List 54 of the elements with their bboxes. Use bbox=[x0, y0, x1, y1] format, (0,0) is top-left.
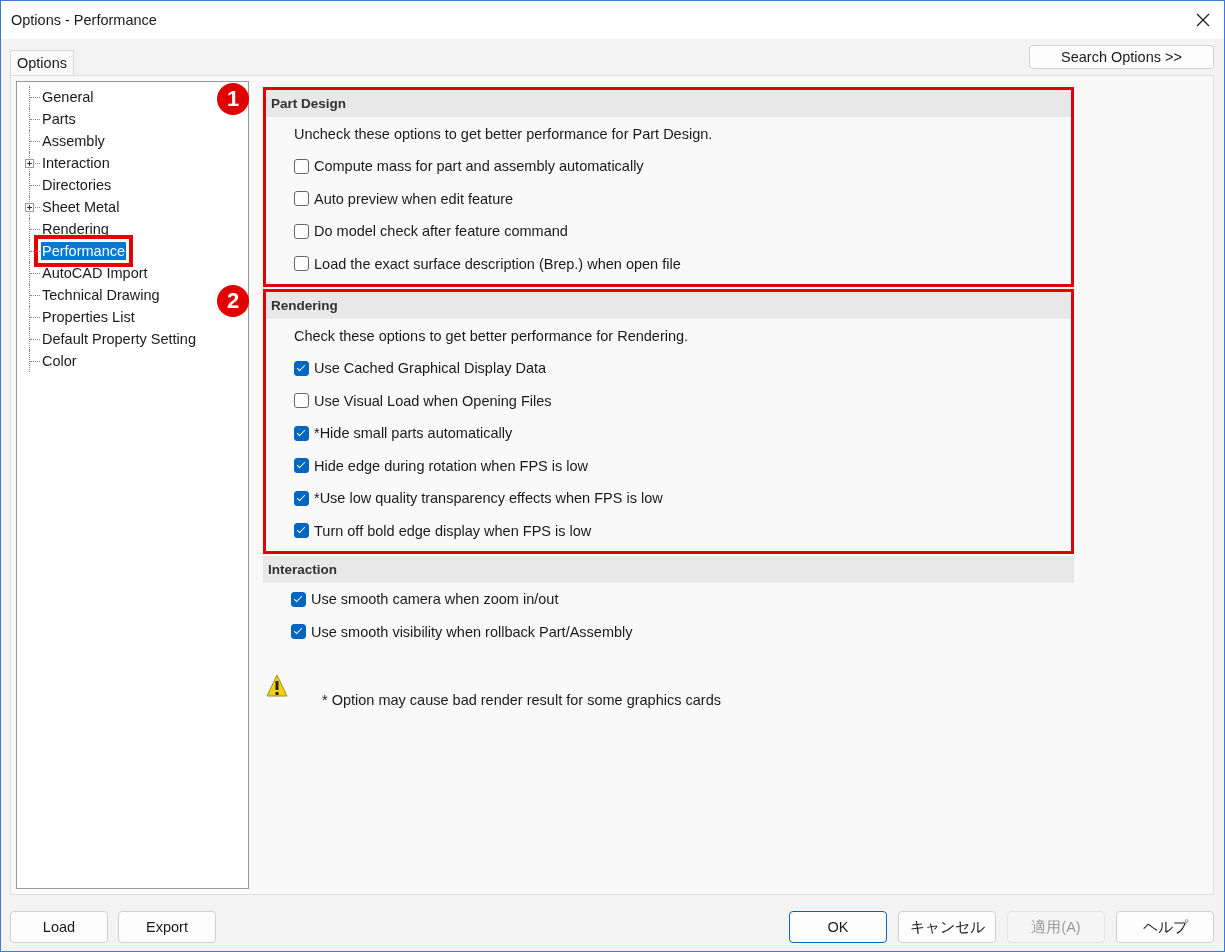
window-title: Options - Performance bbox=[11, 12, 157, 28]
tree-item[interactable]: Properties List bbox=[41, 308, 136, 326]
dialog-button[interactable]: Load bbox=[10, 911, 108, 943]
checkbox[interactable] bbox=[294, 158, 309, 174]
checkbox[interactable] bbox=[294, 523, 309, 539]
option-label: Auto preview when edit feature bbox=[314, 190, 514, 207]
option-label: Hide edge during rotation when FPS is low bbox=[314, 457, 589, 474]
section-description: Uncheck these options to get better performance for Part Design. bbox=[293, 124, 714, 144]
option-label: Turn off bold edge display when FPS is low bbox=[314, 522, 592, 539]
tree-item[interactable]: General bbox=[41, 88, 95, 106]
tree-item[interactable]: Sheet Metal bbox=[41, 198, 121, 216]
option-label: *Use low quality transparency effects when FPS is low bbox=[314, 490, 663, 507]
option-label: *Hide small parts automatically bbox=[314, 425, 513, 442]
option-label: Use smooth camera when zoom in/out bbox=[311, 591, 559, 608]
dialog-button[interactable]: ヘルプ bbox=[1116, 911, 1214, 943]
warning-icon bbox=[266, 674, 288, 698]
dialog-button[interactable]: Export bbox=[118, 911, 216, 943]
section-header: Part Design bbox=[266, 90, 1071, 117]
expand-icon[interactable] bbox=[25, 159, 34, 168]
tree-item[interactable]: Directories bbox=[41, 176, 113, 194]
option-label: Do model check after feature command bbox=[314, 223, 568, 240]
checkbox[interactable] bbox=[294, 458, 309, 474]
dialog-button[interactable]: キャンセル bbox=[898, 911, 996, 943]
checkbox[interactable] bbox=[294, 360, 309, 376]
checkbox[interactable] bbox=[291, 591, 306, 607]
option-label: Use Visual Load when Opening Files bbox=[314, 392, 552, 409]
tree-item[interactable]: Technical Drawing bbox=[41, 286, 161, 304]
option-label: Load the exact surface description (Brep.) when open file bbox=[314, 255, 681, 272]
tree-item[interactable]: Assembly bbox=[41, 132, 106, 150]
section-header: Rendering bbox=[266, 292, 1071, 319]
checkbox[interactable] bbox=[294, 191, 309, 207]
expand-icon[interactable] bbox=[25, 203, 34, 212]
dialog-button[interactable]: OK bbox=[789, 911, 887, 943]
tree-item[interactable]: Rendering bbox=[41, 220, 110, 238]
section-header: Interaction bbox=[263, 556, 1074, 583]
option-label: Use Cached Graphical Display Data bbox=[314, 360, 547, 377]
checkbox[interactable] bbox=[294, 490, 309, 506]
checkbox[interactable] bbox=[294, 223, 309, 239]
option-label: Compute mass for part and assembly automatically bbox=[314, 158, 644, 175]
tree-item[interactable]: Default Property Setting bbox=[41, 330, 197, 348]
tree-item[interactable]: Parts bbox=[41, 110, 77, 128]
section-description: Check these options to get better performance for Rendering. bbox=[293, 326, 690, 346]
tree-item[interactable]: Interaction bbox=[41, 154, 111, 172]
checkbox[interactable] bbox=[294, 425, 309, 441]
checkbox[interactable] bbox=[291, 624, 306, 640]
search-options-button[interactable]: Search Options >> bbox=[1029, 45, 1214, 69]
tab[interactable]: Options bbox=[10, 50, 74, 76]
close-icon[interactable] bbox=[1196, 13, 1210, 27]
footnote: * Option may cause bad render result for some graphics cards bbox=[322, 692, 721, 708]
tree-item[interactable]: AutoCAD Import bbox=[41, 264, 149, 282]
checkbox[interactable] bbox=[294, 256, 309, 272]
option-label: Use smooth visibility when rollback Part/Assembly bbox=[311, 623, 633, 640]
tree-item[interactable]: Color bbox=[41, 352, 78, 370]
checkbox[interactable] bbox=[294, 393, 309, 409]
